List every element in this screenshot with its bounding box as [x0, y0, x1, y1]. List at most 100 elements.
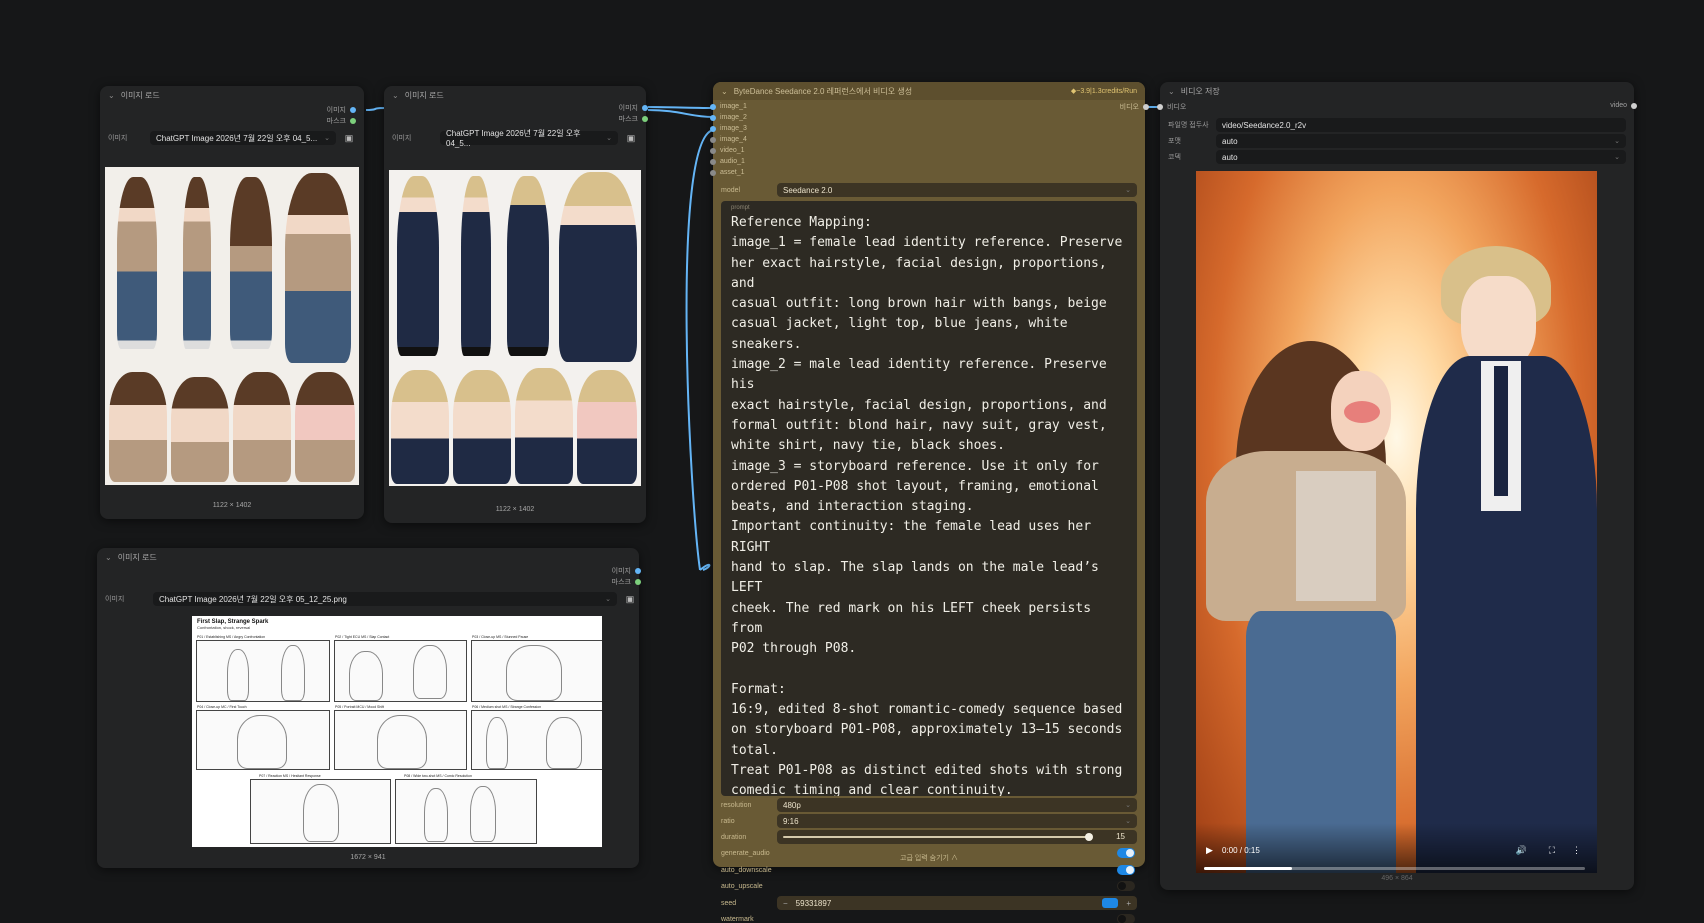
port-dot[interactable] [1631, 102, 1637, 109]
port-dot[interactable] [350, 107, 356, 113]
slider-thumb[interactable] [1085, 833, 1093, 841]
model-select[interactable]: Seedance 2.0 ⌄ [777, 183, 1137, 197]
node-title: 비디오 저장 [1180, 86, 1220, 96]
port-dot[interactable] [710, 103, 716, 110]
slider-track[interactable] [783, 836, 1089, 838]
folder-upload-icon[interactable]: ▣ [622, 131, 640, 145]
port-label: 비디오 [1167, 104, 1187, 111]
port-dot[interactable] [635, 568, 641, 574]
load-image-node-2[interactable]: ⌄ 이미지 로드 이미지 마스크 이미지 ChatGPT Image 2026년… [384, 86, 648, 523]
input-image-1-port[interactable]: image_1 [710, 103, 747, 110]
seedance-video-node[interactable]: ⌄ ByteDance Seedance 2.0 레퍼런스에서 비디오 생성 ◆… [710, 82, 1149, 923]
port-dot[interactable] [710, 169, 716, 176]
auto-upscale-toggle[interactable] [1117, 881, 1135, 891]
watermark-toggle[interactable] [1117, 914, 1135, 923]
node-header[interactable]: ⌄ 비디오 저장 [1160, 82, 1634, 100]
seed-mode-icon[interactable] [1102, 898, 1119, 908]
save-video-node[interactable]: ⌄ 비디오 저장 비디오 video 파일명 접두사 video/Seedanc… [1157, 82, 1637, 890]
input-image-4-port[interactable]: image_4 [710, 136, 747, 143]
port-label: asset_1 [720, 169, 745, 176]
load-image-node-3[interactable]: ⌄ 이미지 로드 이미지 마스크 이미지 ChatGPT Image 2026년… [97, 548, 641, 868]
hide-advanced-inputs-button[interactable]: 고급 입력 숨기기 ∧ [713, 853, 1145, 863]
format-select[interactable]: auto ⌄ [1216, 134, 1626, 148]
face-blush [577, 370, 637, 484]
filename-prefix-input[interactable]: video/Seedance2.0_r2v [1216, 118, 1626, 132]
input-image-2-port[interactable]: image_2 [710, 114, 747, 121]
face-slap [233, 372, 291, 482]
video-progress-track[interactable] [1204, 867, 1585, 870]
more-options-icon[interactable]: ⋮ [1572, 845, 1581, 856]
port-dot[interactable] [710, 114, 716, 121]
girl-top [1296, 471, 1376, 601]
auto-downscale-toggle[interactable] [1117, 865, 1135, 875]
input-audio-1-port[interactable]: audio_1 [710, 158, 745, 165]
image-select[interactable]: ChatGPT Image 2026년 7월 22일 오후 05_12_25.p… [153, 592, 617, 606]
node-header[interactable]: ⌄ 이미지 로드 [97, 548, 639, 566]
filename-prefix-value: video/Seedance2.0_r2v [1222, 120, 1307, 130]
node-header[interactable]: ⌄ 이미지 로드 [100, 86, 364, 104]
output-mask-port[interactable]: 마스크 [619, 114, 648, 124]
video-preview[interactable]: ▶ 0:00 / 0:15 🔊 ⛶ ⋮ [1196, 171, 1597, 873]
video-controls: ▶ 0:00 / 0:15 🔊 ⛶ ⋮ [1196, 823, 1597, 873]
fullscreen-icon[interactable]: ⛶ [1549, 845, 1555, 856]
panel-label: P06 / Medium shot MS / Strange Confessio… [472, 705, 542, 709]
seed-increment-button[interactable]: + [1126, 899, 1131, 908]
duration-slider[interactable]: 15 [777, 830, 1137, 844]
sketch-figure [413, 645, 447, 699]
node-title: ByteDance Seedance 2.0 레퍼런스에서 비디오 생성 [733, 86, 913, 96]
output-video-port[interactable]: 비디오 [1120, 102, 1149, 112]
chevron-down-icon[interactable]: ⌄ [105, 553, 112, 562]
output-mask-port[interactable]: 마스크 [327, 116, 356, 126]
seed-decrement-button[interactable]: − [783, 899, 788, 908]
volume-icon[interactable]: 🔊 [1516, 845, 1527, 856]
chevron-down-icon[interactable]: ⌄ [1168, 87, 1175, 96]
output-mask-port[interactable]: 마스크 [612, 577, 641, 587]
port-dot[interactable] [710, 125, 716, 132]
port-dot[interactable] [642, 116, 648, 122]
port-dot[interactable] [710, 136, 716, 143]
filename-prefix-widget: 파일명 접두사 video/Seedance2.0_r2v [1160, 118, 1626, 132]
port-dot[interactable] [642, 105, 648, 111]
play-icon[interactable]: ▶ [1206, 845, 1213, 856]
port-label: image_4 [720, 136, 747, 143]
chevron-down-icon[interactable]: ⌄ [392, 91, 399, 100]
chevron-down-icon[interactable]: ⌄ [108, 91, 115, 100]
chevron-down-icon: ⌄ [606, 135, 612, 142]
storyboard-panel-p03 [471, 640, 602, 702]
input-asset-1-port[interactable]: asset_1 [710, 169, 745, 176]
node-header[interactable]: ⌄ ByteDance Seedance 2.0 레퍼런스에서 비디오 생성 ◆… [713, 82, 1145, 100]
port-dot[interactable] [710, 147, 716, 154]
prompt-textarea[interactable]: prompt Reference Mapping: image_1 = fema… [721, 201, 1137, 796]
codec-select[interactable]: auto ⌄ [1216, 150, 1626, 164]
port-dot[interactable] [1157, 104, 1163, 110]
ratio-select[interactable]: 9:16 ⌄ [777, 814, 1137, 828]
input-video-port[interactable]: 비디오 [1157, 102, 1186, 112]
input-video-1-port[interactable]: video_1 [710, 147, 745, 154]
node-header[interactable]: ⌄ 이미지 로드 [384, 86, 646, 104]
port-dot[interactable] [350, 118, 356, 124]
image-select[interactable]: ChatGPT Image 2026년 7월 22일 오후 04_5... ⌄ [440, 129, 618, 148]
image-dimensions: 1672 × 941 [350, 854, 386, 861]
figure-pose [559, 172, 637, 362]
chevron-down-icon: ⌄ [1125, 187, 1131, 194]
output-video-port[interactable]: video [1610, 102, 1637, 109]
port-dot[interactable] [635, 579, 641, 585]
video-time: 0:00 / 0:15 [1222, 846, 1260, 855]
output-image-port[interactable]: 이미지 [327, 105, 356, 115]
resolution-select[interactable]: 480p ⌄ [777, 798, 1137, 812]
port-dot[interactable] [1143, 104, 1149, 110]
image-select[interactable]: ChatGPT Image 2026년 7월 22일 오후 04_5... ⌄ [150, 131, 336, 145]
seed-input[interactable]: − 59331897 + [777, 896, 1137, 910]
output-image-port[interactable]: 이미지 [612, 566, 641, 576]
output-image-port[interactable]: 이미지 [619, 103, 648, 113]
video-dimensions: 496 × 864 [1381, 875, 1413, 882]
chevron-down-icon[interactable]: ⌄ [721, 87, 728, 96]
wire-image-1 [365, 107, 386, 111]
port-dot[interactable] [710, 158, 716, 165]
port-label: video_1 [720, 147, 745, 154]
folder-upload-icon[interactable]: ▣ [621, 592, 639, 606]
load-image-node-1[interactable]: ⌄ 이미지 로드 이미지 마스크 이미지 ChatGPT Image 2026년… [100, 86, 364, 519]
input-image-3-port[interactable]: image_3 [710, 125, 747, 132]
port-label: 마스크 [618, 116, 638, 123]
folder-upload-icon[interactable]: ▣ [340, 131, 358, 145]
